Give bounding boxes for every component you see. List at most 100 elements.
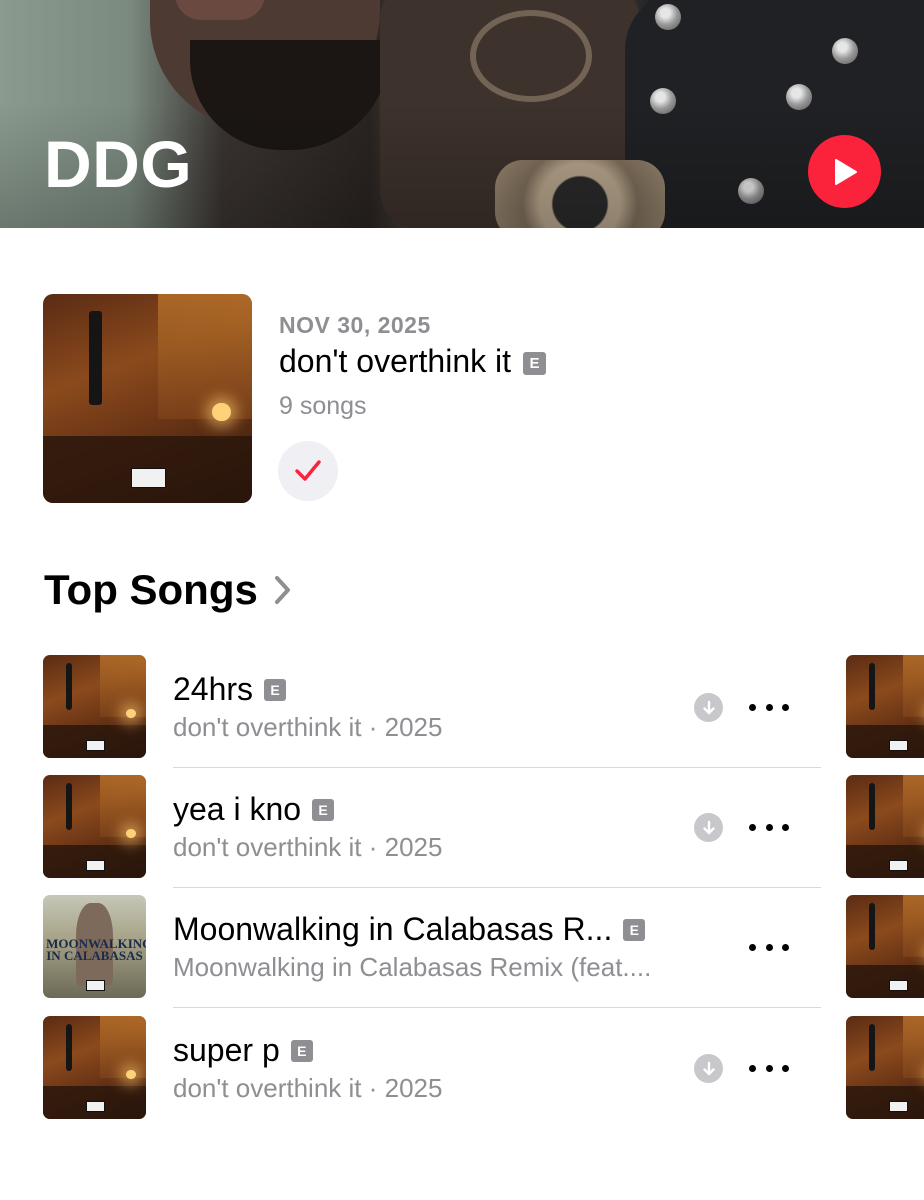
song-artwork	[43, 655, 146, 758]
dot	[782, 823, 789, 831]
parental-advisory-logo	[86, 739, 105, 751]
artwork-wall	[99, 655, 146, 717]
artwork-lamp	[126, 828, 136, 838]
play-button[interactable]	[808, 135, 881, 208]
artwork-floor	[846, 845, 924, 878]
song-title: yea i kno E	[173, 791, 335, 828]
explicit-badge: E	[523, 352, 547, 375]
artwork-mic	[868, 903, 875, 950]
song-artwork	[43, 775, 146, 878]
explicit-badge: E	[264, 679, 287, 701]
song-title: super p E	[173, 1032, 313, 1069]
artwork-mic	[88, 310, 102, 405]
dot	[782, 1064, 789, 1072]
song-title-text: yea i kno	[173, 791, 302, 827]
parental-advisory-logo	[889, 979, 908, 991]
parental-advisory-logo	[889, 1100, 908, 1112]
release-title[interactable]: don't overthink it E	[279, 343, 547, 380]
artwork-wall	[902, 1016, 924, 1078]
dot	[765, 1064, 773, 1072]
parental-advisory-logo	[86, 859, 105, 871]
artwork-floor	[846, 1086, 924, 1119]
dot	[765, 943, 773, 951]
song-title: 24hrs E	[173, 671, 287, 708]
next-column-artwork[interactable]	[846, 1016, 924, 1119]
next-column-artwork[interactable]	[846, 895, 924, 998]
song-row[interactable]: yea i kno E don't overthink it · 2025	[0, 775, 924, 895]
artist-header: DDG	[0, 0, 924, 228]
song-title: Moonwalking in Calabasas R... E	[173, 911, 646, 948]
explicit-badge: E	[290, 1040, 313, 1062]
artwork-mic	[868, 783, 875, 830]
release-title-text: don't overthink it	[279, 343, 512, 379]
more-options-button[interactable]	[746, 813, 792, 841]
arrow-down-icon	[702, 1061, 715, 1075]
top-songs-heading-text: Top Songs	[44, 566, 258, 613]
dot	[765, 823, 773, 831]
song-artwork	[43, 1016, 146, 1119]
artwork-mic	[868, 663, 875, 710]
dot	[782, 703, 789, 711]
dot	[782, 943, 789, 951]
song-row[interactable]: 24hrs E don't overthink it · 2025	[0, 655, 924, 775]
artwork-mic	[65, 1024, 72, 1071]
artwork-wall	[902, 775, 924, 837]
artwork-mic	[868, 1024, 875, 1071]
song-title-text: Moonwalking in Calabasas R...	[173, 911, 613, 947]
artwork-wall	[157, 294, 252, 420]
artwork-mic	[65, 783, 72, 830]
artwork-wall	[902, 895, 924, 957]
more-options-button[interactable]	[746, 933, 792, 961]
more-options-button[interactable]	[746, 1054, 792, 1082]
release-date: NOV 30, 2025	[279, 312, 431, 338]
explicit-badge: E	[312, 799, 335, 821]
artwork-floor	[846, 725, 924, 758]
artist-name: DDG	[44, 127, 193, 201]
next-column-artwork[interactable]	[846, 655, 924, 758]
next-column-artwork[interactable]	[846, 775, 924, 878]
download-icon[interactable]	[694, 813, 723, 842]
added-to-library-button[interactable]	[278, 441, 338, 501]
row-divider	[173, 1007, 821, 1008]
artwork-mic	[65, 663, 72, 710]
download-icon[interactable]	[694, 693, 723, 722]
latest-release-artwork[interactable]	[43, 294, 252, 503]
parental-advisory-logo	[889, 859, 908, 871]
download-icon[interactable]	[694, 1054, 723, 1083]
song-row[interactable]: super p E don't overthink it · 2025	[0, 1016, 924, 1136]
song-subtitle: don't overthink it · 2025	[173, 832, 443, 862]
song-row[interactable]: MOONWALKING IN CALABASAS Moonwalking in …	[0, 895, 924, 1015]
row-divider	[173, 887, 821, 888]
dot	[749, 1064, 756, 1072]
parental-advisory-logo	[86, 1100, 105, 1112]
chevron-right-icon	[274, 576, 290, 604]
top-songs-heading[interactable]: Top Songs	[44, 566, 292, 614]
dot	[749, 823, 756, 831]
artwork-lamp	[126, 708, 136, 718]
artwork-wall	[99, 775, 146, 837]
dot	[749, 943, 756, 951]
parental-advisory-logo	[889, 739, 908, 751]
artwork-wall	[99, 1016, 146, 1078]
row-divider	[173, 767, 821, 768]
release-song-count: 9 songs	[279, 392, 367, 420]
dot	[765, 703, 773, 711]
song-artwork: MOONWALKING IN CALABASAS	[43, 895, 146, 998]
artwork-title-text: MOONWALKING IN CALABASAS	[46, 936, 146, 964]
parental-advisory-logo	[86, 979, 105, 991]
artwork-lamp	[126, 1069, 136, 1079]
dot	[749, 703, 756, 711]
song-title-text: super p	[173, 1032, 280, 1068]
more-options-button[interactable]	[746, 693, 792, 721]
arrow-down-icon	[702, 820, 715, 834]
explicit-badge: E	[623, 919, 646, 941]
song-title-text: 24hrs	[173, 671, 254, 707]
artwork-floor	[846, 965, 924, 998]
checkmark-icon	[295, 460, 321, 481]
song-subtitle: don't overthink it · 2025	[173, 1073, 443, 1103]
play-icon	[834, 158, 857, 185]
song-subtitle: don't overthink it · 2025	[173, 712, 443, 742]
song-subtitle: Moonwalking in Calabasas Remix (feat....	[173, 952, 652, 982]
arrow-down-icon	[702, 700, 715, 714]
parental-advisory-logo	[130, 467, 167, 489]
